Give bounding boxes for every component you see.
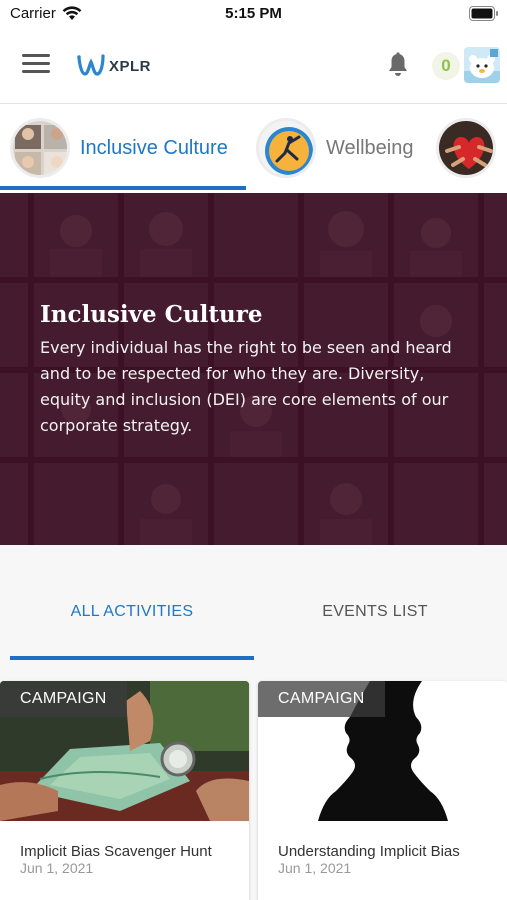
tab-events-list[interactable]: EVENTS LIST [255, 603, 495, 621]
card-title: Implicit Bias Scavenger Hunt [20, 843, 212, 860]
topic-tab-third[interactable] [436, 117, 496, 179]
topic-image-wellbeing [256, 118, 316, 178]
topic-image-heart-hands [436, 118, 496, 178]
card-date: Jun 1, 2021 [20, 860, 94, 876]
topic-tab-wellbeing[interactable]: Wellbeing [256, 117, 413, 179]
logo[interactable]: XPLR [76, 52, 151, 80]
app-header: XPLR 0 [0, 32, 507, 104]
card-badge: CAMPAIGN [0, 681, 127, 717]
topic-tab-underline [0, 186, 246, 190]
bell-icon[interactable] [386, 52, 410, 78]
tab-all-activities[interactable]: ALL ACTIVITIES [12, 603, 252, 621]
activity-tabs: ALL ACTIVITIES EVENTS LIST [0, 545, 507, 663]
card-title: Understanding Implicit Bias [278, 843, 460, 860]
points-badge: 0 [432, 52, 460, 80]
hero-description: Every individual has the right to be see… [40, 338, 452, 435]
topic-tab-inclusive-culture[interactable]: Inclusive Culture [10, 117, 228, 179]
card-badge: CAMPAIGN [258, 681, 385, 717]
topic-label: Inclusive Culture [80, 136, 228, 159]
hero-banner: Inclusive Culture Every individual has t… [0, 193, 507, 545]
avatar[interactable] [464, 47, 500, 83]
card-date: Jun 1, 2021 [278, 860, 352, 876]
topic-bar: Inclusive Culture Wellbeing [0, 105, 507, 193]
activity-card[interactable]: CAMPAIGN Understanding Implicit Bias Jun… [258, 681, 507, 900]
topic-label: Wellbeing [326, 136, 414, 159]
battery-icon [469, 6, 498, 21]
topic-image-inclusive-culture [10, 118, 70, 178]
activity-card[interactable]: CAMPAIGN Implicit Bias Scavenger Hunt Ju… [0, 681, 249, 900]
clock: 5:15 PM [225, 5, 282, 22]
status-bar: Carrier 5:15 PM [0, 0, 507, 30]
activity-tab-underline [10, 656, 254, 660]
activity-card-list: CAMPAIGN Implicit Bias Scavenger Hunt Ju… [0, 663, 507, 900]
menu-icon[interactable] [22, 54, 50, 78]
logo-text: XPLR [109, 57, 152, 75]
hero-title: Inclusive Culture [40, 301, 263, 328]
xplr-logo-icon [77, 54, 105, 76]
